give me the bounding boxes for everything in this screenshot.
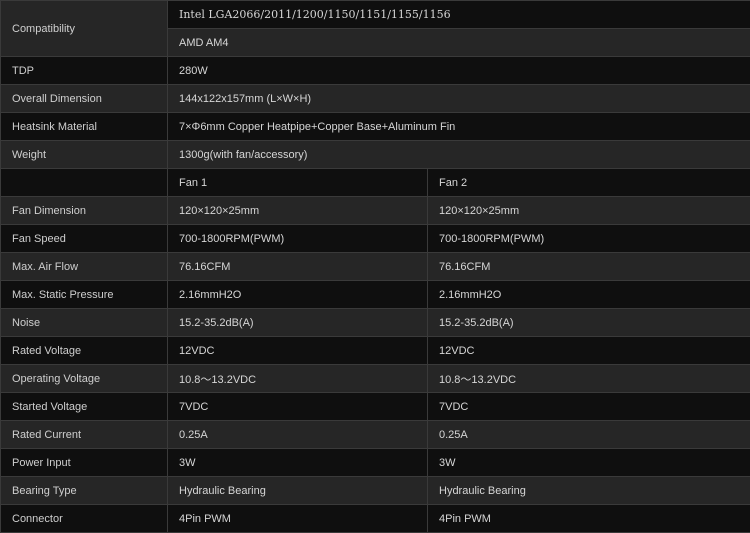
table-row: Fan Dimension 120×120×25mm 120×120×25mm [1,197,750,225]
table-row: Connector 4Pin PWM 4Pin PWM [1,505,750,533]
heatsink-material-label: Heatsink Material [1,113,168,141]
fan1-noise: 15.2-35.2dB(A) [168,309,428,337]
fan1-rated-voltage: 12VDC [168,337,428,365]
weight-label: Weight [1,141,168,169]
fan2-connector: 4Pin PWM [428,505,750,533]
fan2-noise: 15.2-35.2dB(A) [428,309,750,337]
fan1-dimension: 120×120×25mm [168,197,428,225]
fan-dimension-label: Fan Dimension [1,197,168,225]
table-row: Power Input 3W 3W [1,449,750,477]
fan2-bearing-type: Hydraulic Bearing [428,477,750,505]
noise-label: Noise [1,309,168,337]
fan-header-empty [1,169,168,197]
tdp-label: TDP [1,57,168,85]
row-fan-header: Fan 1 Fan 2 [1,169,750,197]
table-row: Bearing Type Hydraulic Bearing Hydraulic… [1,477,750,505]
fan1-speed: 700-1800RPM(PWM) [168,225,428,253]
table-row: Started Voltage 7VDC 7VDC [1,393,750,421]
fan2-rated-current: 0.25A [428,421,750,449]
spec-table: Compatibility Intel LGA2066/2011/1200/11… [0,0,750,533]
table-row: Noise 15.2-35.2dB(A) 15.2-35.2dB(A) [1,309,750,337]
fan1-header: Fan 1 [168,169,428,197]
fan1-started-voltage: 7VDC [168,393,428,421]
fan1-operating-voltage: 10.8～13.2VDC [168,365,428,393]
fan2-air-flow: 76.16CFM [428,253,750,281]
row-compatibility-intel: Compatibility Intel LGA2066/2011/1200/11… [1,1,750,29]
fan2-static-pressure: 2.16mmH2O [428,281,750,309]
overall-dimension-label: Overall Dimension [1,85,168,113]
max-air-flow-label: Max. Air Flow [1,253,168,281]
fan1-static-pressure: 2.16mmH2O [168,281,428,309]
rated-current-label: Rated Current [1,421,168,449]
row-overall-dimension: Overall Dimension 144x122x157mm (L×W×H) [1,85,750,113]
table-row: Fan Speed 700-1800RPM(PWM) 700-1800RPM(P… [1,225,750,253]
fan-speed-label: Fan Speed [1,225,168,253]
fan1-connector: 4Pin PWM [168,505,428,533]
row-heatsink-material: Heatsink Material 7×Φ6mm Copper Heatpipe… [1,113,750,141]
overall-dimension-value: 144x122x157mm (L×W×H) [168,85,750,113]
table-row: Max. Air Flow 76.16CFM 76.16CFM [1,253,750,281]
table-row: Rated Voltage 12VDC 12VDC [1,337,750,365]
compatibility-amd-value: AMD AM4 [168,29,750,57]
weight-value: 1300g(with fan/accessory) [168,141,750,169]
row-tdp: TDP 280W [1,57,750,85]
fan2-rated-voltage: 12VDC [428,337,750,365]
bearing-type-label: Bearing Type [1,477,168,505]
heatsink-material-value: 7×Φ6mm Copper Heatpipe+Copper Base+Alumi… [168,113,750,141]
fan1-power-input: 3W [168,449,428,477]
fan2-speed: 700-1800RPM(PWM) [428,225,750,253]
fan2-started-voltage: 7VDC [428,393,750,421]
compatibility-label: Compatibility [1,1,168,57]
tdp-value: 280W [168,57,750,85]
connector-label: Connector [1,505,168,533]
fan1-rated-current: 0.25A [168,421,428,449]
table-row: Operating Voltage 10.8～13.2VDC 10.8～13.2… [1,365,750,393]
row-weight: Weight 1300g(with fan/accessory) [1,141,750,169]
started-voltage-label: Started Voltage [1,393,168,421]
rated-voltage-label: Rated Voltage [1,337,168,365]
power-input-label: Power Input [1,449,168,477]
fan2-header: Fan 2 [428,169,750,197]
fan1-bearing-type: Hydraulic Bearing [168,477,428,505]
compatibility-intel-value: Intel LGA2066/2011/1200/1150/1151/1155/1… [168,1,750,29]
fan2-dimension: 120×120×25mm [428,197,750,225]
table-row: Max. Static Pressure 2.16mmH2O 2.16mmH2O [1,281,750,309]
operating-voltage-label: Operating Voltage [1,365,168,393]
max-static-pressure-label: Max. Static Pressure [1,281,168,309]
table-row: Rated Current 0.25A 0.25A [1,421,750,449]
fan2-power-input: 3W [428,449,750,477]
fan2-operating-voltage: 10.8～13.2VDC [428,365,750,393]
fan1-air-flow: 76.16CFM [168,253,428,281]
